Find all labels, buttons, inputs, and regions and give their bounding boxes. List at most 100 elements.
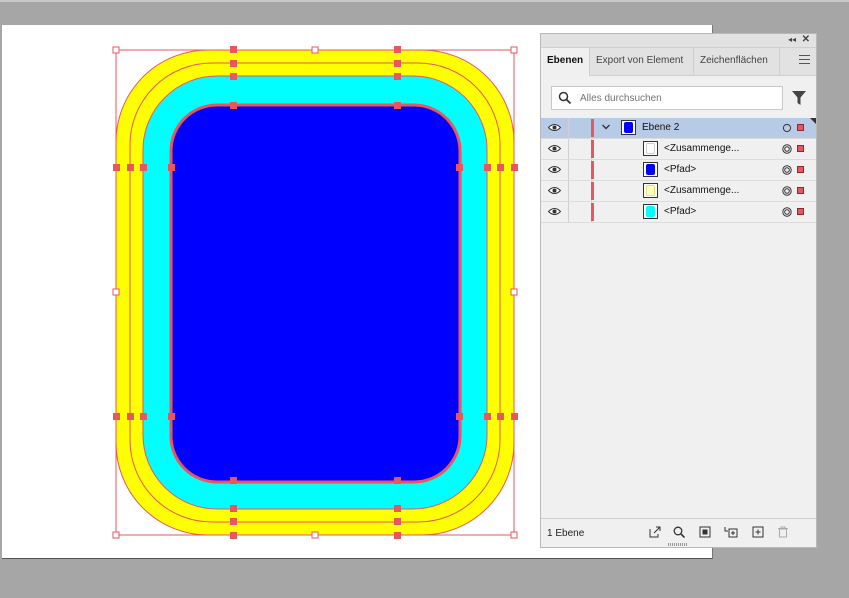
inner-blue-shape[interactable] [169,103,462,484]
layer-thumbnail [643,183,658,198]
anchor-point[interactable] [394,60,401,67]
eye-icon[interactable] [548,123,561,132]
search-icon [558,91,572,105]
anchor-point[interactable] [394,102,401,109]
layer-row-ebene-2[interactable]: Ebene 2 [541,118,816,139]
target-double-circle-icon[interactable] [782,186,792,196]
handle-bottom-right[interactable] [510,531,518,539]
anchor-point[interactable] [113,413,120,420]
panel-menu-icon[interactable] [799,55,810,67]
anchor-point[interactable] [511,413,518,420]
selection-indicator[interactable] [797,166,804,173]
layer-thumbnail [643,162,658,177]
trash-icon[interactable] [777,526,789,538]
anchor-point[interactable] [140,413,147,420]
layer-name[interactable]: <Pfad> [664,164,696,175]
anchor-point[interactable] [230,102,237,109]
tab-artboards[interactable]: Zeichenflächen [694,48,780,75]
anchor-point[interactable] [168,164,175,171]
target-double-circle-icon[interactable] [782,165,792,175]
lock-toggle[interactable] [568,160,592,180]
handle-top-right[interactable] [510,46,518,54]
anchor-point[interactable] [230,505,237,512]
search-input[interactable] [580,90,775,106]
lock-toggle[interactable] [568,139,592,159]
layer-row[interactable]: <Zusammenge... [541,181,816,202]
filter-icon[interactable] [792,91,806,105]
selection-indicator[interactable] [797,145,804,152]
layer-name[interactable]: <Zusammenge... [664,143,739,154]
new-sublayer-icon[interactable] [724,526,738,538]
selection-indicator[interactable] [797,124,804,131]
layer-thumbnail [643,141,658,156]
layer-thumbnail [621,120,636,135]
close-panel-icon[interactable]: ✕ [802,34,810,45]
anchor-point[interactable] [127,413,134,420]
anchor-point[interactable] [230,477,237,484]
tab-layers[interactable]: Ebenen [541,48,590,76]
selection-indicator[interactable] [797,187,804,194]
layer-row[interactable]: <Zusammenge... [541,139,816,160]
anchor-point[interactable] [394,505,401,512]
eye-icon[interactable] [548,165,561,174]
anchor-point[interactable] [511,164,518,171]
layer-name[interactable]: Ebene 2 [642,122,679,133]
resize-grip[interactable] [668,543,688,546]
target-circle-icon[interactable] [782,123,792,133]
clipping-mask-icon[interactable] [699,526,711,538]
anchor-point[interactable] [140,164,147,171]
anchor-point[interactable] [230,73,237,80]
layer-row[interactable]: <Pfad> [541,160,816,181]
anchor-point[interactable] [394,477,401,484]
layer-list: Ebene 2 <Zusammenge... <Pfad> <Zusammeng… [541,118,816,223]
anchor-point[interactable] [497,164,504,171]
anchor-point[interactable] [497,413,504,420]
selection-indicator[interactable] [797,208,804,215]
chevron-down-icon[interactable] [601,122,611,132]
anchor-point[interactable] [484,164,491,171]
anchor-point[interactable] [394,532,401,539]
lock-toggle[interactable] [568,118,592,138]
anchor-point[interactable] [394,73,401,80]
search-box[interactable] [551,86,783,110]
target-double-circle-icon[interactable] [782,207,792,217]
anchor-point[interactable] [230,46,237,53]
anchor-point[interactable] [456,164,463,171]
locate-object-icon[interactable] [673,526,685,538]
layer-name[interactable]: <Zusammenge... [664,185,739,196]
anchor-point[interactable] [230,60,237,67]
layer-count: 1 Ebene [547,528,585,539]
handle-top-center[interactable] [311,46,319,54]
eye-icon[interactable] [548,207,561,216]
handle-middle-left[interactable] [112,288,120,296]
anchor-point[interactable] [394,46,401,53]
export-icon[interactable] [649,526,661,538]
layer-color-bar [591,161,594,179]
new-layer-icon[interactable] [752,526,764,538]
eye-icon[interactable] [548,144,561,153]
anchor-point[interactable] [230,532,237,539]
tab-asset-export[interactable]: Export von Element [590,48,694,75]
anchor-point[interactable] [113,164,120,171]
layer-row[interactable]: <Pfad> [541,202,816,223]
window-top-edge [0,0,849,2]
layer-name[interactable]: <Pfad> [664,206,696,217]
anchor-point[interactable] [456,413,463,420]
target-double-circle-icon[interactable] [782,144,792,154]
anchor-point[interactable] [230,518,237,525]
lock-toggle[interactable] [568,181,592,201]
lock-toggle[interactable] [568,202,592,222]
eye-icon[interactable] [548,186,561,195]
anchor-point[interactable] [168,413,175,420]
layer-color-bar [591,140,594,158]
layers-panel: ◂◂ ✕ Ebenen Export von Element Zeichenfl… [540,33,817,548]
handle-bottom-center[interactable] [311,531,319,539]
anchor-point[interactable] [484,413,491,420]
anchor-point[interactable] [394,518,401,525]
handle-bottom-left[interactable] [112,531,120,539]
panel-title-bar[interactable]: ◂◂ ✕ [541,34,816,48]
collapse-panel-icon[interactable]: ◂◂ [788,35,796,44]
handle-top-left[interactable] [112,46,120,54]
anchor-point[interactable] [127,164,134,171]
handle-middle-right[interactable] [510,288,518,296]
